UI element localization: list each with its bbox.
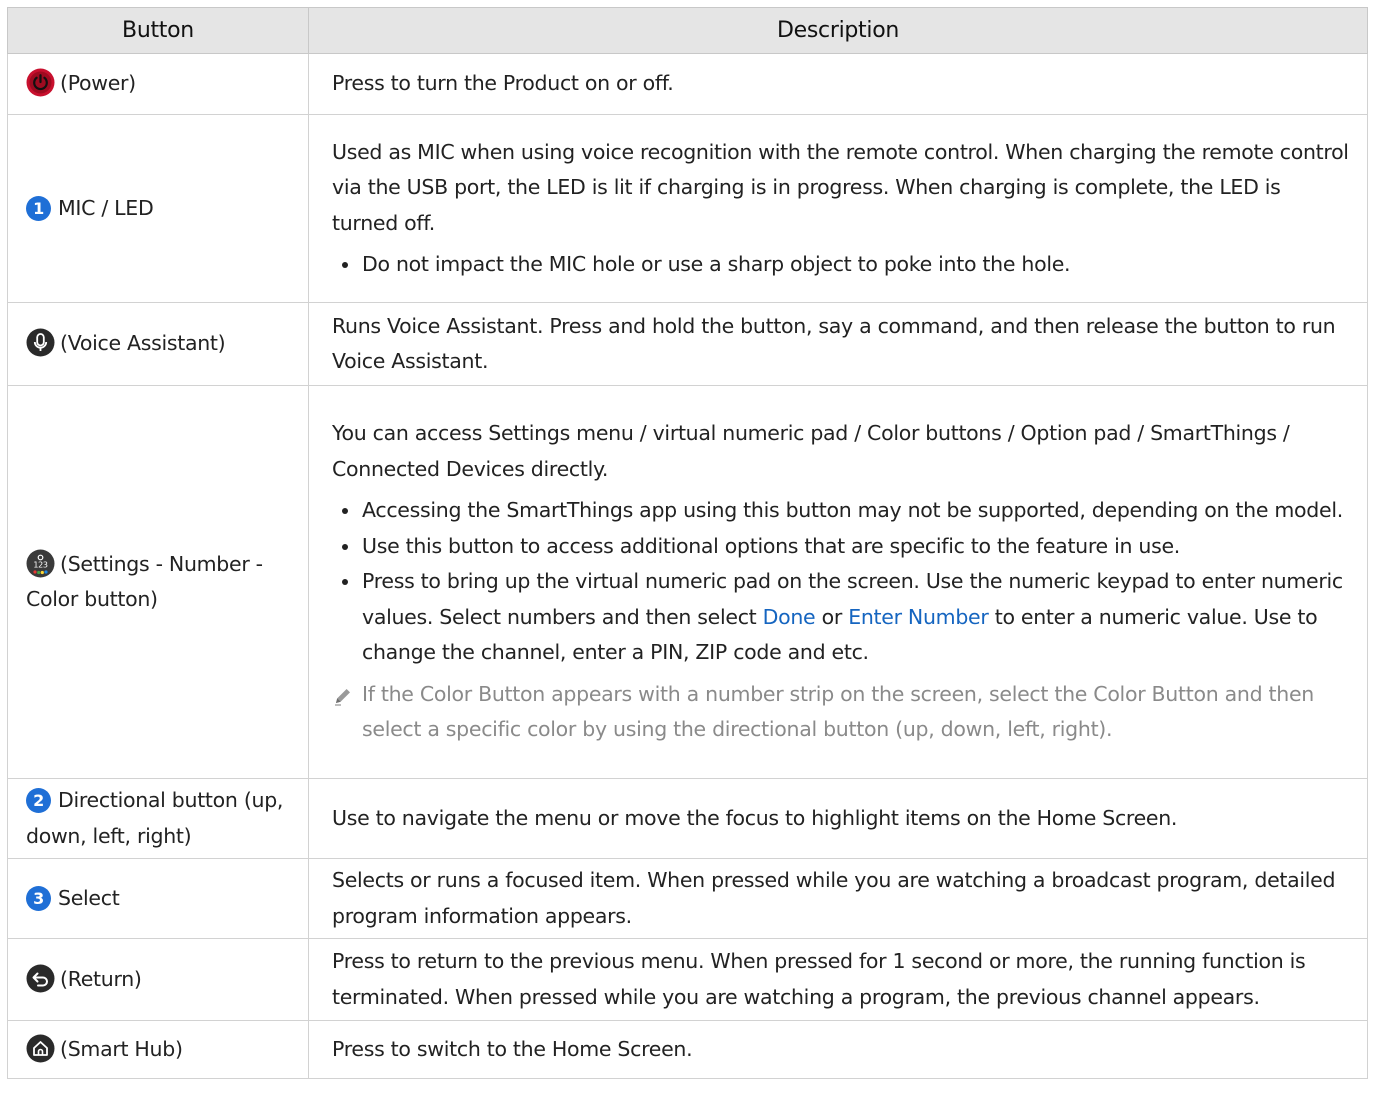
bullet-list: Accessing the SmartThings app using this… <box>332 493 1349 671</box>
enter-number-link[interactable]: Enter Number <box>848 605 989 629</box>
table-row: 3 Select Selects or runs a focused item. … <box>7 858 1368 939</box>
description-text: Press to switch to the Home Screen. <box>332 1036 693 1061</box>
description-cell: Press to return to the previous menu. Wh… <box>308 938 1368 1021</box>
button-cell: (Smart Hub) <box>7 1020 309 1079</box>
button-cell: (Voice Assistant) <box>7 302 309 386</box>
number-badge: 1 <box>26 195 51 221</box>
table-row: (Smart Hub) Press to switch to the Home … <box>7 1020 1368 1079</box>
table-row: 123 (Settings - Number - Color button) Y… <box>7 385 1368 779</box>
description-text: Press to turn the Product on or off. <box>332 71 674 96</box>
button-cell: 3 Select <box>7 858 309 939</box>
table-row: 1 MIC / LED Used as MIC when using voice … <box>7 114 1368 303</box>
description-cell: Press to turn the Product on or off. <box>308 53 1368 115</box>
table-row: (Voice Assistant) Runs Voice Assistant. … <box>7 302 1368 386</box>
color-number-icon: 123 <box>26 549 55 578</box>
description-text: Selects or runs a focused item. When pre… <box>332 868 1336 928</box>
note: If the Color Button appears with a numbe… <box>332 677 1349 748</box>
header-row: Button Description <box>7 7 1368 54</box>
home-icon <box>26 1034 55 1063</box>
description-cell: Used as MIC when using voice recognition… <box>308 114 1368 303</box>
button-label: (Return) <box>60 966 142 991</box>
microphone-icon <box>26 328 55 357</box>
table-row: (Power) Press to turn the Product on or … <box>7 53 1368 115</box>
description-text: Use to navigate the menu or move the foc… <box>332 805 1178 830</box>
bullet-list: Do not impact the MIC hole or use a shar… <box>332 247 1349 283</box>
header-description: Description <box>308 7 1368 54</box>
description-text: Press to return to the previous menu. Wh… <box>332 949 1306 1009</box>
bullet-item: Use this button to access additional opt… <box>332 529 1349 565</box>
button-label: (Voice Assistant) <box>60 331 226 356</box>
bullet-item: Accessing the SmartThings app using this… <box>332 493 1349 529</box>
number-badge: 3 <box>26 885 51 911</box>
description-text: You can access Settings menu / virtual n… <box>332 421 1290 481</box>
remote-buttons-table: Button Description (Power) Press to turn… <box>7 7 1368 1079</box>
description-text: Used as MIC when using voice recognition… <box>332 139 1349 235</box>
button-label: Select <box>58 885 120 910</box>
description-cell: Selects or runs a focused item. When pre… <box>308 858 1368 939</box>
button-cell: (Power) <box>7 53 309 115</box>
note-text: If the Color Button appears with a numbe… <box>362 681 1314 742</box>
done-link[interactable]: Done <box>763 605 816 629</box>
description-text: Runs Voice Assistant. Press and hold the… <box>332 313 1336 374</box>
pencil-icon <box>332 683 354 706</box>
power-icon <box>26 68 55 97</box>
button-cell: (Return) <box>7 938 309 1021</box>
description-cell: Press to switch to the Home Screen. <box>308 1020 1368 1079</box>
description-cell: Use to navigate the menu or move the foc… <box>308 778 1368 859</box>
description-cell: Runs Voice Assistant. Press and hold the… <box>308 302 1368 386</box>
return-icon <box>26 964 55 993</box>
svg-text:123: 123 <box>33 560 48 569</box>
bullet-item: Press to bring up the virtual numeric pa… <box>332 564 1349 671</box>
button-cell: 1 MIC / LED <box>7 114 309 303</box>
button-label: (Settings - Number - Color button) <box>26 551 263 612</box>
table-row: 2 Directional button (up, down, left, rig… <box>7 778 1368 859</box>
bullet-item: Do not impact the MIC hole or use a shar… <box>332 247 1349 283</box>
description-cell: You can access Settings menu / virtual n… <box>308 385 1368 779</box>
number-badge: 2 <box>26 788 51 813</box>
button-label: MIC / LED <box>58 195 154 220</box>
button-cell: 2 Directional button (up, down, left, rig… <box>7 778 309 859</box>
button-label: (Smart Hub) <box>60 1036 183 1061</box>
button-label: Directional button (up, down, left, righ… <box>26 788 284 848</box>
header-button: Button <box>7 7 309 54</box>
button-cell: 123 (Settings - Number - Color button) <box>7 385 309 779</box>
table-row: (Return) Press to return to the previous… <box>7 938 1368 1021</box>
bullet-text: or <box>815 604 849 629</box>
button-label: (Power) <box>60 71 136 96</box>
